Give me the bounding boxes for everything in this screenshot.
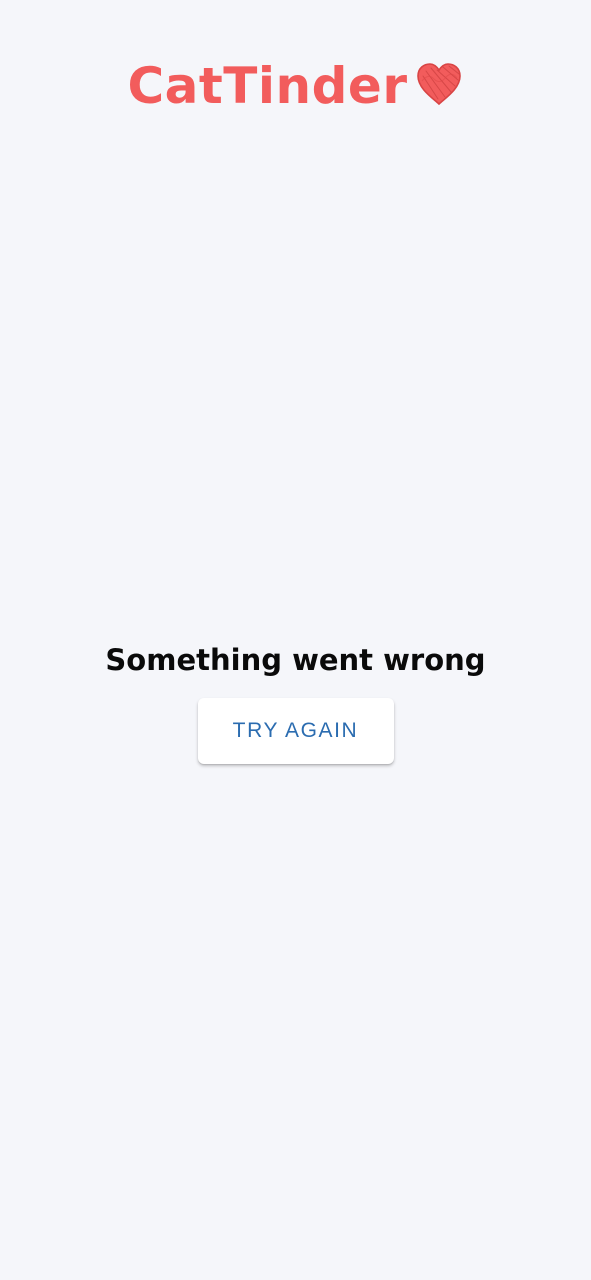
try-again-button[interactable]: TRY AGAIN: [197, 698, 394, 764]
app-header: CatTinder: [0, 52, 591, 120]
error-state: Something went wrong TRY AGAIN: [0, 640, 591, 764]
error-message: Something went wrong: [105, 643, 486, 677]
heart-icon: [416, 63, 461, 106]
app-logo: CatTinder: [127, 61, 463, 111]
app-logo-text: CatTinder: [127, 57, 408, 115]
